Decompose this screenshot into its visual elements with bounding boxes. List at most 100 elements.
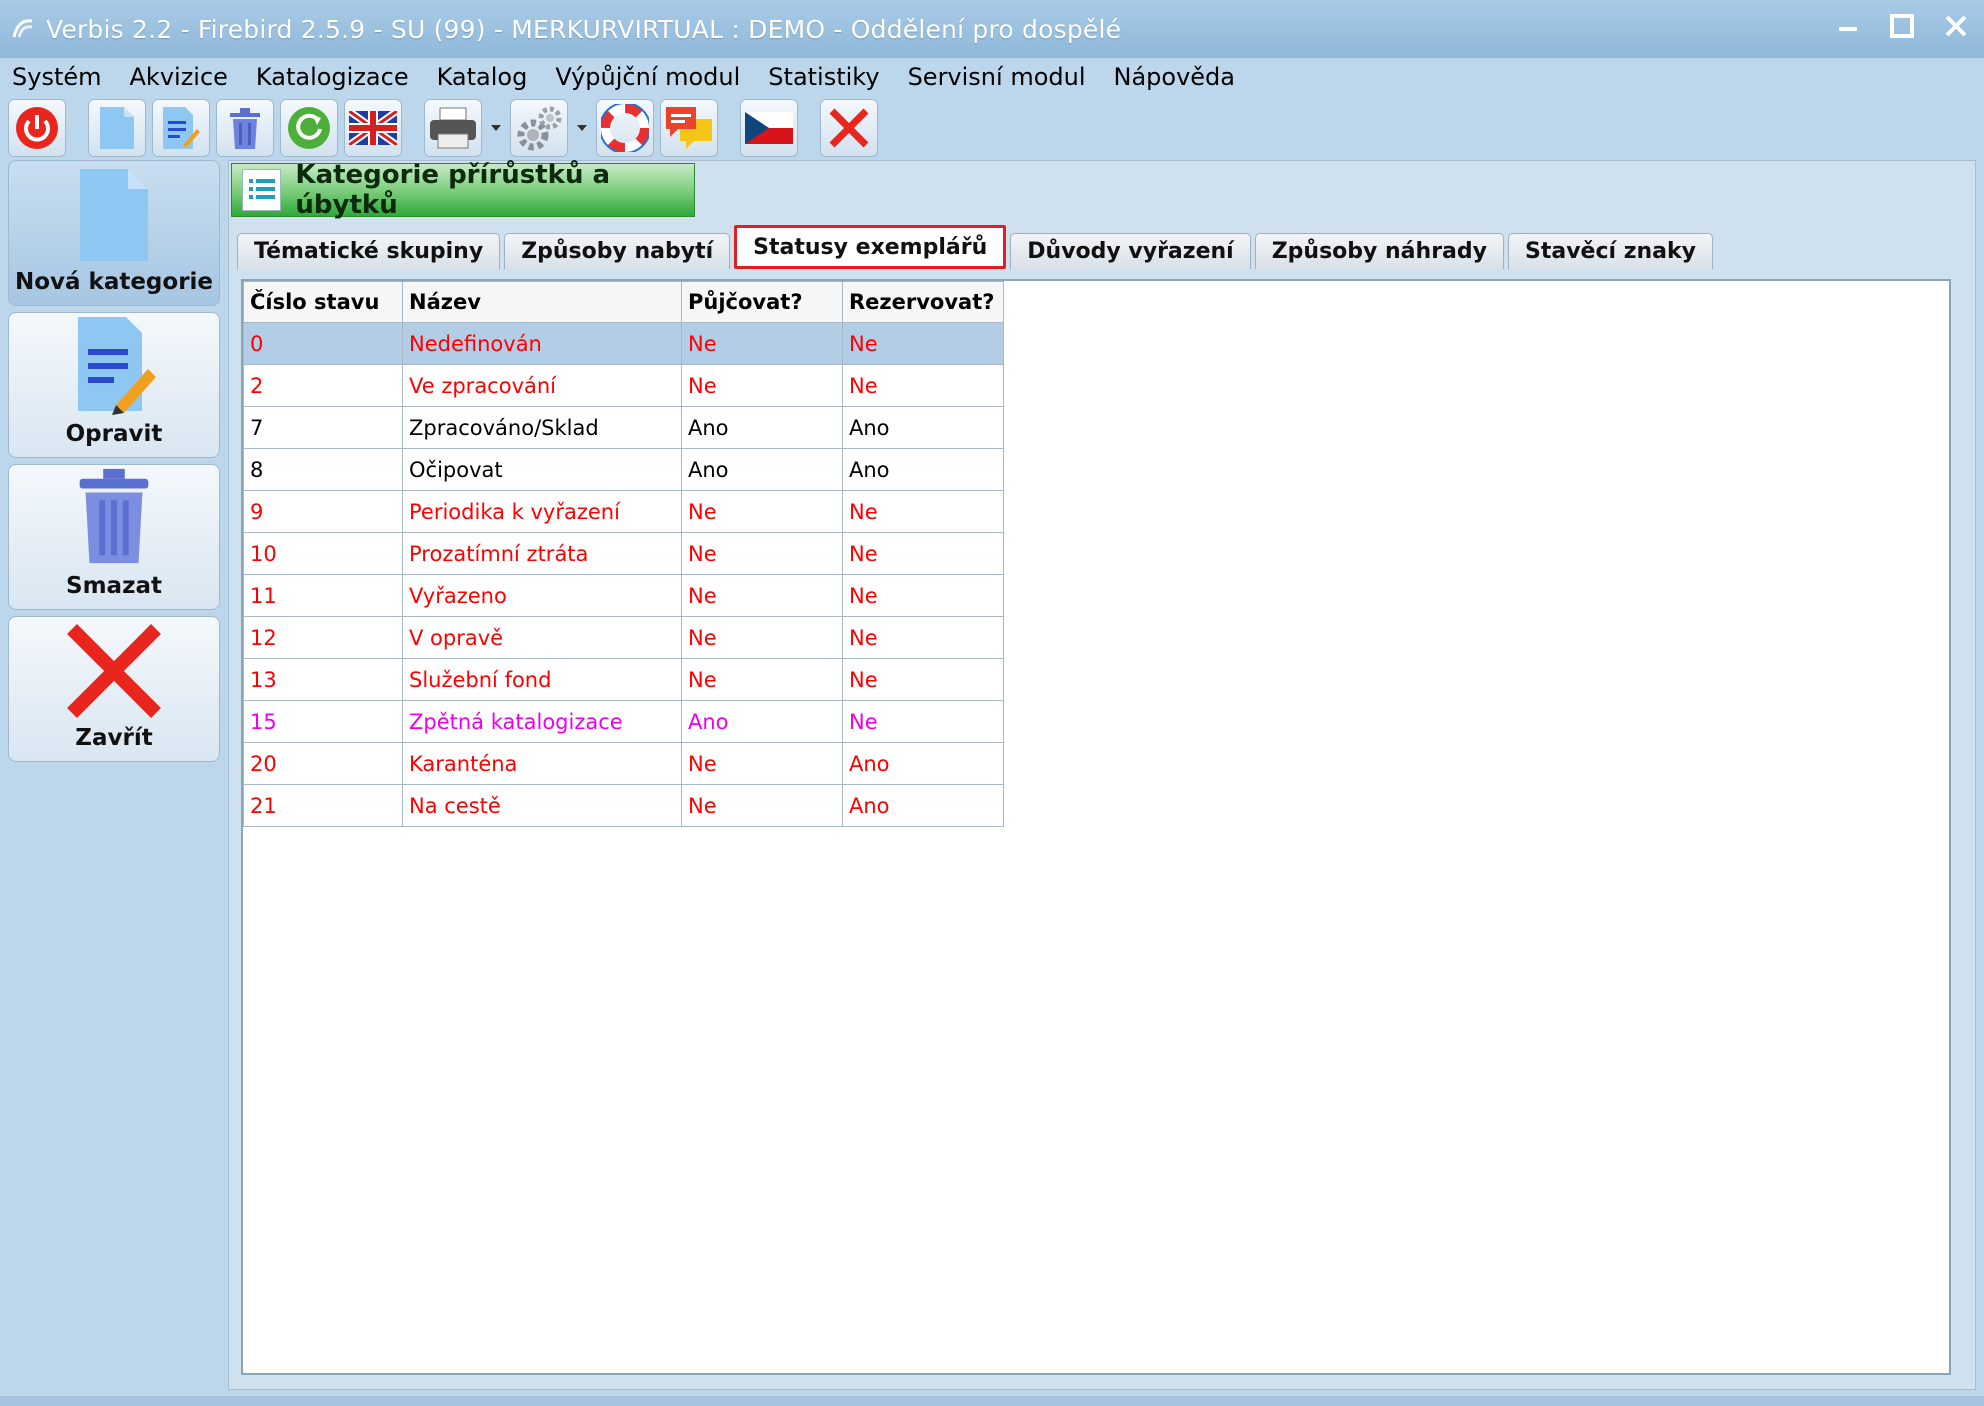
cell-number: 9 <box>243 490 403 533</box>
new-category-button[interactable]: Nová kategorie <box>8 160 220 306</box>
cell-name: Zpětná katalogizace <box>402 700 682 743</box>
language-english-button[interactable] <box>344 99 402 157</box>
cell-lend: Ano <box>681 700 843 743</box>
edit-button[interactable]: Opravit <box>8 312 220 458</box>
menu-katalog[interactable]: Katalog <box>423 63 542 91</box>
lifebuoy-icon <box>601 104 649 152</box>
cell-reserve: Ne <box>842 658 1004 701</box>
refresh-button[interactable] <box>280 99 338 157</box>
gear-icon <box>517 106 562 151</box>
cell-name: Periodika k vyřazení <box>402 490 682 533</box>
menu-akvizice[interactable]: Akvizice <box>116 63 242 91</box>
tab-shelf-marks[interactable]: Stavěcí znaky <box>1507 233 1713 269</box>
close-button[interactable]: Zavřít <box>8 616 220 762</box>
trash-icon <box>79 468 149 564</box>
cell-reserve: Ne <box>842 490 1004 533</box>
title-bar: Verbis 2.2 - Firebird 2.5.9 - SU (99) - … <box>0 0 1984 58</box>
menu-katalogizace[interactable]: Katalogizace <box>242 63 423 91</box>
close-window-button[interactable] <box>1940 10 1972 42</box>
cell-number: 10 <box>243 532 403 575</box>
table-row[interactable]: 12 V opravě Ne Ne <box>243 616 1004 659</box>
settings-dropdown-button[interactable] <box>574 99 590 157</box>
menu-servisni-modul[interactable]: Servisní modul <box>894 63 1100 91</box>
cell-name: Služební fond <box>402 658 682 701</box>
table-row[interactable]: 15 Zpětná katalogizace Ano Ne <box>243 700 1004 743</box>
messages-button[interactable] <box>660 99 718 157</box>
menu-vypujcni-modul[interactable]: Výpůjční modul <box>541 63 754 91</box>
delete-toolbar-button[interactable] <box>216 99 274 157</box>
table-row[interactable]: 20 Karanténa Ne Ano <box>243 742 1004 785</box>
settings-button[interactable] <box>510 99 568 157</box>
minimize-icon <box>1839 27 1857 31</box>
maximize-icon <box>1890 14 1914 38</box>
tab-replacement-methods[interactable]: Způsoby náhrady <box>1254 233 1504 269</box>
menu-system[interactable]: Systém <box>0 63 116 91</box>
cell-reserve: Ne <box>842 700 1004 743</box>
panel-title: Kategorie přírůstků a úbytků <box>295 160 611 220</box>
table-row[interactable]: 0 Nedefinován Ne Ne <box>243 322 1004 365</box>
czech-flag-icon <box>745 112 793 144</box>
cell-lend: Ne <box>681 616 843 659</box>
cell-name: Prozatímní ztráta <box>402 532 682 575</box>
column-header-name[interactable]: Název <box>402 281 682 323</box>
column-header-reserve[interactable]: Rezervovat? <box>842 281 1004 323</box>
tab-thematic-groups[interactable]: Tématické skupiny <box>237 233 501 269</box>
close-icon <box>1945 15 1967 37</box>
minimize-button[interactable] <box>1832 10 1864 42</box>
window-title: Verbis 2.2 - Firebird 2.5.9 - SU (99) - … <box>46 14 1122 44</box>
status-table: Číslo stavu Název Půjčovat? Rezervovat? … <box>243 281 1004 827</box>
column-header-lend[interactable]: Půjčovat? <box>681 281 843 323</box>
print-button[interactable] <box>424 99 482 157</box>
refresh-icon <box>288 107 330 149</box>
print-dropdown-button[interactable] <box>488 99 504 157</box>
cell-number: 12 <box>243 616 403 659</box>
cell-name: Nedefinován <box>402 322 682 365</box>
table-row[interactable]: 11 Vyřazeno Ne Ne <box>243 574 1004 617</box>
help-button[interactable] <box>596 99 654 157</box>
cell-lend: Ne <box>681 322 843 365</box>
column-header-status-number[interactable]: Číslo stavu <box>243 281 403 323</box>
power-button[interactable] <box>8 99 66 157</box>
cell-lend: Ano <box>681 448 843 491</box>
tab-item-statuses[interactable]: Statusy exemplářů <box>734 225 1007 269</box>
table-row[interactable]: 10 Prozatímní ztráta Ne Ne <box>243 532 1004 575</box>
table-row[interactable]: 7 Zpracováno/Sklad Ano Ano <box>243 406 1004 449</box>
cell-name: Vyřazeno <box>402 574 682 617</box>
toolbar <box>0 96 1984 160</box>
table-row[interactable]: 8 Očipovat Ano Ano <box>243 448 1004 491</box>
table-row[interactable]: 9 Periodika k vyřazení Ne Ne <box>243 490 1004 533</box>
sidebar: Nová kategorie Opravit Smazat Zavřít <box>8 160 220 768</box>
close-toolbar-button[interactable] <box>820 99 878 157</box>
edit-label: Opravit <box>65 421 163 447</box>
tab-discard-reasons[interactable]: Důvody vyřazení <box>1010 233 1251 269</box>
chat-bubbles-icon <box>666 107 712 149</box>
language-czech-button[interactable] <box>740 99 798 157</box>
chevron-down-icon <box>577 125 587 131</box>
cell-lend: Ne <box>681 658 843 701</box>
list-icon <box>242 169 282 211</box>
tab-acquisition-methods[interactable]: Způsoby nabytí <box>504 233 731 269</box>
cell-number: 7 <box>243 406 403 449</box>
cell-lend: Ne <box>681 490 843 533</box>
edit-toolbar-button[interactable] <box>152 99 210 157</box>
new-toolbar-button[interactable] <box>88 99 146 157</box>
menu-napoveda[interactable]: Nápověda <box>1100 63 1250 91</box>
printer-icon <box>430 107 476 149</box>
cell-reserve: Ano <box>842 406 1004 449</box>
power-icon <box>16 107 58 149</box>
table-row[interactable]: 2 Ve zpracování Ne Ne <box>243 364 1004 407</box>
cell-number: 8 <box>243 448 403 491</box>
delete-button[interactable]: Smazat <box>8 464 220 610</box>
cell-lend: Ne <box>681 742 843 785</box>
table-row[interactable]: 13 Služební fond Ne Ne <box>243 658 1004 701</box>
cell-reserve: Ano <box>842 784 1004 827</box>
table-row[interactable]: 21 Na cestě Ne Ano <box>243 784 1004 827</box>
main-panel: Kategorie přírůstků a úbytků Tématické s… <box>228 160 1976 1390</box>
maximize-button[interactable] <box>1886 10 1918 42</box>
cell-reserve: Ne <box>842 322 1004 365</box>
cell-reserve: Ne <box>842 364 1004 407</box>
table-header-row: Číslo stavu Název Půjčovat? Rezervovat? <box>243 281 1004 323</box>
menu-statistiky[interactable]: Statistiky <box>754 63 893 91</box>
new-category-label: Nová kategorie <box>14 269 214 295</box>
new-document-icon <box>100 107 134 149</box>
